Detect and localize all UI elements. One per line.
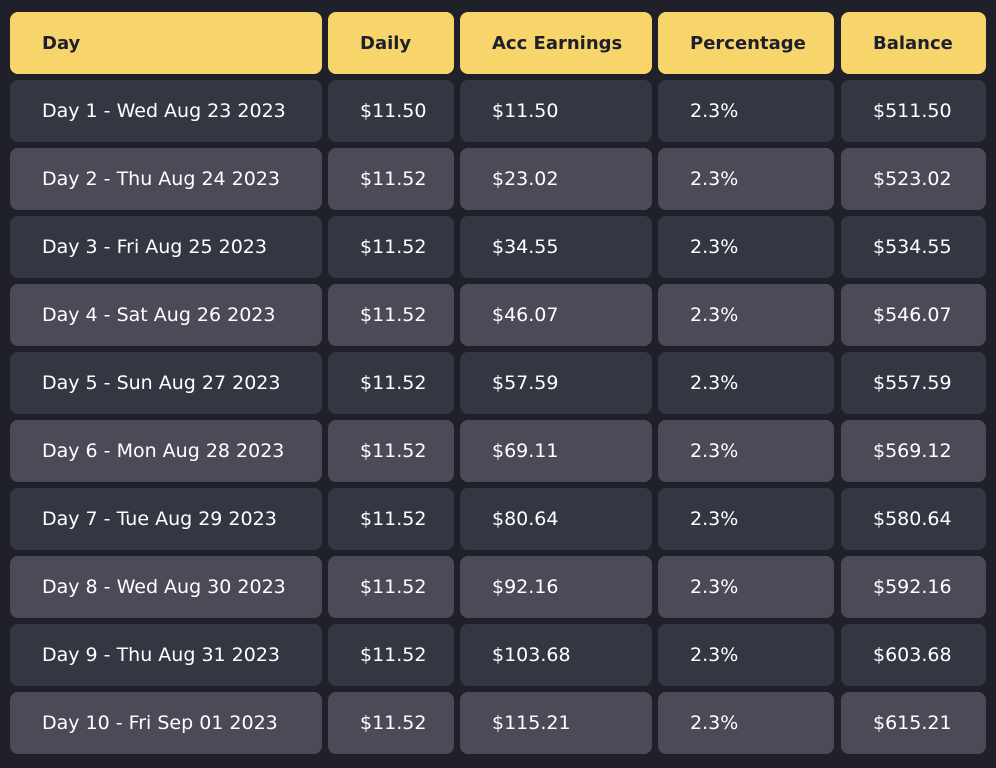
earnings-table: Day Daily Acc Earnings Percentage Balanc…	[0, 0, 996, 768]
cell-percentage: 2.3%	[658, 148, 834, 210]
cell-day: Day 7 - Tue Aug 29 2023	[10, 488, 322, 550]
column-header-acc-earnings[interactable]: Acc Earnings	[460, 12, 652, 74]
cell-day: Day 3 - Fri Aug 25 2023	[10, 216, 322, 278]
cell-day: Day 9 - Thu Aug 31 2023	[10, 624, 322, 686]
table-row: Day 7 - Tue Aug 29 2023 $11.52 $80.64 2.…	[0, 488, 996, 550]
table-row: Day 10 - Fri Sep 01 2023 $11.52 $115.21 …	[0, 692, 996, 754]
table-row: Day 2 - Thu Aug 24 2023 $11.52 $23.02 2.…	[0, 148, 996, 210]
cell-acc-earnings: $23.02	[460, 148, 652, 210]
cell-percentage: 2.3%	[658, 556, 834, 618]
table-header-row: Day Daily Acc Earnings Percentage Balanc…	[0, 12, 996, 74]
cell-day: Day 4 - Sat Aug 26 2023	[10, 284, 322, 346]
cell-balance: $615.21	[841, 692, 986, 754]
cell-acc-earnings: $103.68	[460, 624, 652, 686]
column-header-daily[interactable]: Daily	[328, 12, 454, 74]
cell-balance: $592.16	[841, 556, 986, 618]
cell-percentage: 2.3%	[658, 692, 834, 754]
cell-percentage: 2.3%	[658, 352, 834, 414]
cell-daily: $11.52	[328, 692, 454, 754]
table-row: Day 6 - Mon Aug 28 2023 $11.52 $69.11 2.…	[0, 420, 996, 482]
cell-daily: $11.52	[328, 624, 454, 686]
cell-day: Day 8 - Wed Aug 30 2023	[10, 556, 322, 618]
cell-balance: $546.07	[841, 284, 986, 346]
cell-balance: $523.02	[841, 148, 986, 210]
cell-daily: $11.50	[328, 80, 454, 142]
cell-acc-earnings: $69.11	[460, 420, 652, 482]
cell-daily: $11.52	[328, 148, 454, 210]
cell-percentage: 2.3%	[658, 624, 834, 686]
cell-percentage: 2.3%	[658, 420, 834, 482]
cell-acc-earnings: $92.16	[460, 556, 652, 618]
column-header-day[interactable]: Day	[10, 12, 322, 74]
cell-daily: $11.52	[328, 488, 454, 550]
cell-percentage: 2.3%	[658, 488, 834, 550]
table-row: Day 4 - Sat Aug 26 2023 $11.52 $46.07 2.…	[0, 284, 996, 346]
column-header-balance[interactable]: Balance	[841, 12, 986, 74]
column-header-percentage[interactable]: Percentage	[658, 12, 834, 74]
cell-balance: $511.50	[841, 80, 986, 142]
table-row: Day 8 - Wed Aug 30 2023 $11.52 $92.16 2.…	[0, 556, 996, 618]
cell-percentage: 2.3%	[658, 216, 834, 278]
table-row: Day 5 - Sun Aug 27 2023 $11.52 $57.59 2.…	[0, 352, 996, 414]
cell-day: Day 1 - Wed Aug 23 2023	[10, 80, 322, 142]
table-row: Day 1 - Wed Aug 23 2023 $11.50 $11.50 2.…	[0, 80, 996, 142]
cell-acc-earnings: $80.64	[460, 488, 652, 550]
cell-balance: $603.68	[841, 624, 986, 686]
table-row: Day 9 - Thu Aug 31 2023 $11.52 $103.68 2…	[0, 624, 996, 686]
cell-day: Day 2 - Thu Aug 24 2023	[10, 148, 322, 210]
cell-daily: $11.52	[328, 420, 454, 482]
cell-acc-earnings: $57.59	[460, 352, 652, 414]
cell-acc-earnings: $34.55	[460, 216, 652, 278]
cell-day: Day 5 - Sun Aug 27 2023	[10, 352, 322, 414]
cell-day: Day 10 - Fri Sep 01 2023	[10, 692, 322, 754]
cell-percentage: 2.3%	[658, 80, 834, 142]
cell-balance: $580.64	[841, 488, 986, 550]
cell-balance: $569.12	[841, 420, 986, 482]
cell-percentage: 2.3%	[658, 284, 834, 346]
cell-daily: $11.52	[328, 284, 454, 346]
cell-balance: $557.59	[841, 352, 986, 414]
table-row: Day 3 - Fri Aug 25 2023 $11.52 $34.55 2.…	[0, 216, 996, 278]
cell-acc-earnings: $115.21	[460, 692, 652, 754]
cell-acc-earnings: $11.50	[460, 80, 652, 142]
cell-daily: $11.52	[328, 556, 454, 618]
cell-balance: $534.55	[841, 216, 986, 278]
cell-day: Day 6 - Mon Aug 28 2023	[10, 420, 322, 482]
cell-daily: $11.52	[328, 216, 454, 278]
cell-daily: $11.52	[328, 352, 454, 414]
cell-acc-earnings: $46.07	[460, 284, 652, 346]
